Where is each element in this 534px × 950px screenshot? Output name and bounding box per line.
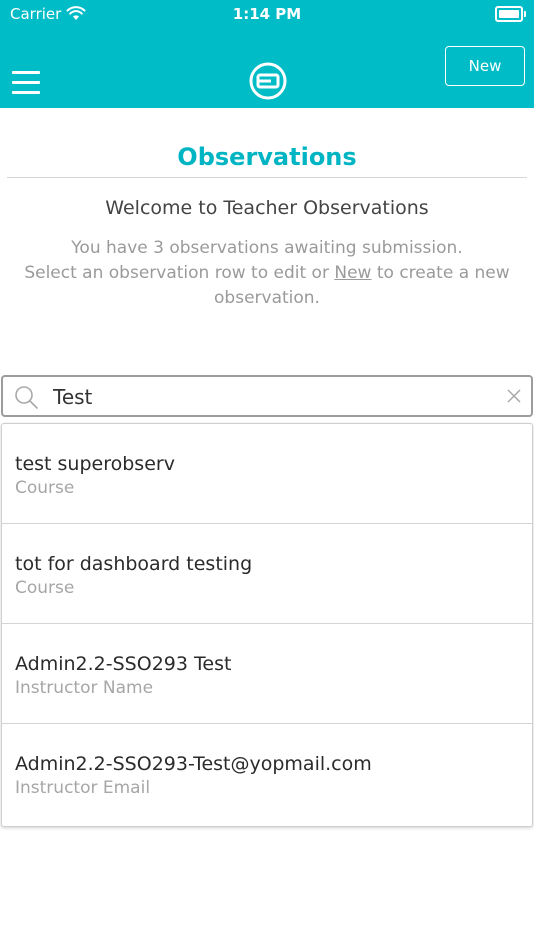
result-title: Admin2.2-SSO293-Test@yopmail.com <box>15 753 372 775</box>
result-subtitle: Instructor Email <box>15 778 151 798</box>
menu-bar-top <box>12 71 40 74</box>
status-bar: Carrier 1:14 PM <box>0 0 534 30</box>
battery-icon <box>495 6 526 22</box>
menu-bar-bottom <box>12 91 40 94</box>
clear-search-icon[interactable] <box>507 389 521 403</box>
result-row[interactable]: Admin2.2-SSO293 Test Instructor Name <box>2 624 532 724</box>
result-title: Admin2.2-SSO293 Test <box>15 653 232 675</box>
search-icon <box>15 386 38 409</box>
page-title: Observations <box>177 143 357 171</box>
menu-button[interactable] <box>12 71 40 95</box>
info-text: You have 3 observations awaiting submiss… <box>20 236 514 311</box>
search-input[interactable] <box>53 382 483 412</box>
pending-count-text: You have 3 observations awaiting submiss… <box>71 238 463 258</box>
result-row[interactable]: tot for dashboard testing Course <box>2 524 532 624</box>
new-link[interactable]: New <box>334 263 371 283</box>
result-subtitle: Course <box>15 478 75 498</box>
result-subtitle: Course <box>15 578 75 598</box>
result-row[interactable]: test superobserv Course <box>2 424 532 524</box>
menu-bar-middle <box>12 81 40 84</box>
status-time: 1:14 PM <box>232 5 302 23</box>
result-title: test superobserv <box>15 453 175 475</box>
new-observation-button[interactable]: New <box>445 46 525 86</box>
top-navigation-bar: Carrier 1:14 PM New <box>0 0 534 108</box>
result-title: tot for dashboard testing <box>15 553 253 575</box>
app-logo-icon <box>249 62 287 100</box>
result-row[interactable]: Admin2.2-SSO293-Test@yopmail.com Instruc… <box>2 724 532 824</box>
instruction-text-start: Select an observation row to edit or <box>24 263 335 283</box>
welcome-heading: Welcome to Teacher Observations <box>105 197 429 219</box>
search-results-list: test superobserv Course tot for dashboar… <box>1 423 533 827</box>
title-divider <box>7 177 527 178</box>
search-bar <box>1 375 533 417</box>
result-subtitle: Instructor Name <box>15 678 154 698</box>
